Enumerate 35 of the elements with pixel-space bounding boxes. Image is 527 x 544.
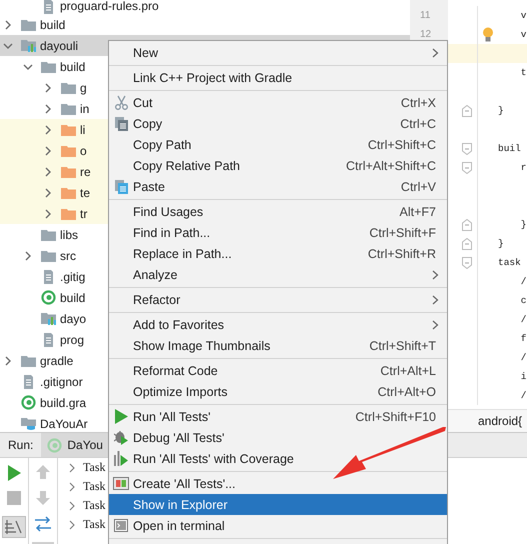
shortcut-label: Ctrl+Shift+T	[369, 338, 436, 352]
code-text: v	[520, 29, 527, 40]
code-text: f	[520, 333, 527, 344]
shortcut-label: Ctrl+Shift+F	[369, 226, 436, 240]
task-text: Task	[83, 517, 106, 532]
task-text: Task	[83, 460, 106, 475]
code-text: }	[498, 238, 504, 249]
code-text: task	[498, 257, 521, 268]
code-text: /	[520, 352, 527, 363]
code-text: c	[520, 295, 527, 306]
shortcut-label: Ctrl+Shift+C	[368, 138, 436, 152]
shortcut-label: Ctrl+Alt+L	[380, 364, 436, 378]
code-text: buil	[498, 143, 521, 154]
code-text: r	[520, 162, 527, 173]
panel-title: Run:	[7, 438, 34, 452]
code-text: v	[520, 10, 527, 21]
code-text: /	[520, 390, 527, 401]
code-text: /	[520, 276, 527, 287]
shortcut-label: Ctrl+X	[400, 96, 436, 110]
shortcut-label: Ctrl+Shift+R	[368, 246, 436, 260]
shortcut-label: Ctrl+Shift+F10	[355, 410, 436, 424]
code-text: }	[520, 219, 527, 230]
line-number: 11	[420, 10, 430, 21]
shortcut-label: Ctrl+V	[400, 180, 436, 194]
code-text: /	[520, 314, 527, 325]
line-number: 12	[420, 29, 432, 40]
shortcut-label: Ctrl+C	[400, 116, 436, 130]
code-text: }	[498, 105, 504, 116]
task-text: Task	[83, 498, 106, 513]
code-text: i	[520, 371, 527, 382]
task-text: Task	[83, 479, 106, 494]
shortcut-label: Ctrl+Alt+O	[378, 384, 436, 398]
shortcut-label: Alt+F7	[400, 204, 436, 218]
shortcut-label: Ctrl+Alt+Shift+C	[346, 158, 436, 172]
code-text: t	[520, 67, 527, 78]
